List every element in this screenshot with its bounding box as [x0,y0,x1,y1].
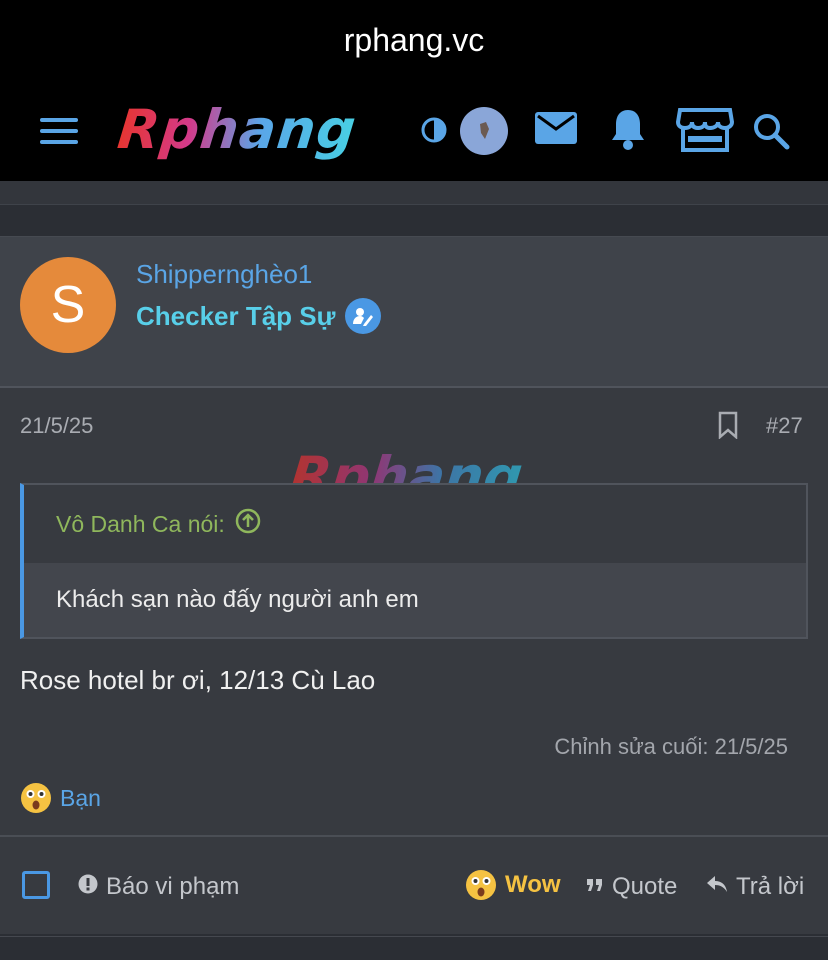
author-avatar[interactable]: S [20,257,116,353]
post-author-header: S Shippernghèo1 Checker Tập Sự [0,237,828,388]
post-message: Rose hotel br ơi, 12/13 Cù Lao [20,665,376,695]
page-divider [0,181,828,205]
store-icon[interactable] [676,106,734,154]
arrow-up-circle-icon[interactable] [235,508,261,540]
forum-post: S Shippernghèo1 Checker Tập Sự 21/5/25 #… [0,236,828,934]
quote-block: Vô Danh Ca nói: Khách sạn nào đấy người … [20,483,808,639]
post-date[interactable]: 21/5/25 [20,413,93,439]
quote-marks-icon [586,873,604,901]
site-navbar: Rphang [0,96,828,168]
quote-author-label: Vô Danh Ca nói: [56,510,225,537]
bell-icon[interactable] [610,108,646,150]
reply-arrow-icon [706,873,728,901]
alert-icon [78,873,98,901]
wow-reaction-button[interactable]: Wow [465,869,561,901]
reactions-bar[interactable]: Bạn [20,782,101,814]
site-logo[interactable]: Rphang [115,98,360,162]
avatar[interactable] [460,107,508,155]
checker-badge-icon [345,298,382,334]
report-label: Báo vi phạm [106,873,240,900]
reply-button[interactable]: Trả lời [706,873,804,901]
wow-emoji-icon [20,782,52,814]
quote-attribution[interactable]: Vô Danh Ca nói: [24,485,806,563]
quote-button[interactable]: Quote [586,873,677,901]
select-checkbox[interactable] [22,871,50,899]
wow-label: Wow [505,871,561,898]
contrast-icon[interactable] [420,116,448,144]
post-number[interactable]: #27 [766,413,803,439]
url-bar[interactable]: rphang.vc [0,22,828,59]
report-button[interactable]: Báo vi phạm [78,873,239,901]
quote-text: Khách sạn nào đấy người anh em [24,563,806,637]
wow-emoji-icon [465,869,497,901]
reaction-users[interactable]: Bạn [60,785,101,812]
next-post-edge [0,936,828,960]
mail-icon[interactable] [535,112,577,144]
post-actions: Báo vi phạm Wow Quote Trả lời [0,835,828,935]
author-name[interactable]: Shippernghèo1 [136,259,312,290]
menu-icon[interactable] [40,116,78,146]
author-title-label: Checker Tập Sự [136,300,336,331]
reply-label: Trả lời [736,873,805,900]
bookmark-icon[interactable] [716,411,740,444]
last-edited: Chỉnh sửa cuối: 21/5/25 [554,734,788,759]
quote-label: Quote [612,873,678,900]
author-title: Checker Tập Sự [136,298,382,334]
search-icon[interactable] [752,112,790,150]
browser-header: rphang.vc Rphang [0,0,828,181]
